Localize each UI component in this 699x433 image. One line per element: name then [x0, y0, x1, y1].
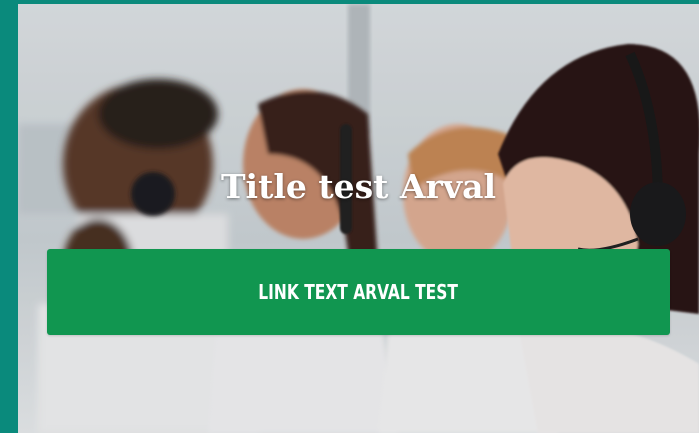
hero-banner: Title test Arval LINK TEXT ARVAL TEST [18, 4, 699, 433]
banner-title: Title test Arval [221, 167, 496, 206]
photo-overlay [18, 4, 699, 433]
page-frame: Title test Arval LINK TEXT ARVAL TEST [0, 0, 699, 433]
banner-link-button[interactable]: LINK TEXT ARVAL TEST [47, 249, 670, 335]
banner-link-label: LINK TEXT ARVAL TEST [258, 280, 459, 304]
